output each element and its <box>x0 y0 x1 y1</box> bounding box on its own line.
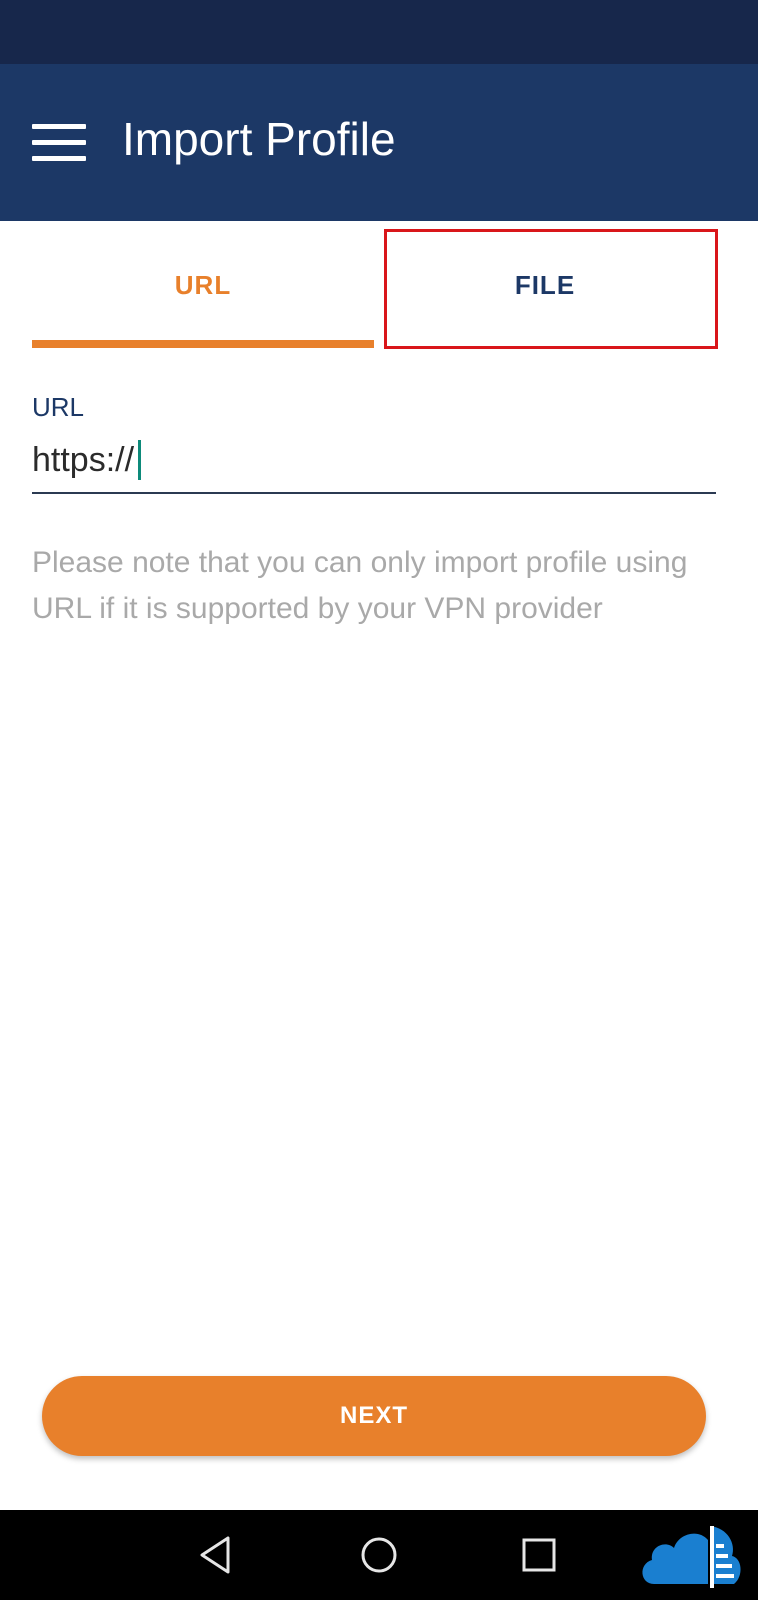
back-icon[interactable] <box>192 1530 242 1580</box>
tab-file[interactable]: FILE <box>374 221 716 349</box>
tab-bar: URL FILE <box>0 221 758 349</box>
url-import-note: Please note that you can only import pro… <box>32 546 688 625</box>
cloud-logo-icon <box>642 1526 741 1588</box>
url-input-value: https:// <box>32 441 135 479</box>
hamburger-menu-icon[interactable] <box>32 124 86 162</box>
status-bar <box>0 0 758 64</box>
recent-apps-icon[interactable] <box>514 1530 564 1580</box>
import-profile-screen: Import Profile URL FILE URL https:// Ple… <box>0 0 758 1600</box>
tab-url[interactable]: URL <box>32 221 374 349</box>
app-bar: Import Profile <box>0 64 758 221</box>
text-cursor <box>138 440 142 480</box>
url-field-label: URL <box>32 392 85 422</box>
next-button[interactable]: NEXT <box>42 1376 706 1456</box>
selected-tab-indicator <box>32 340 374 348</box>
page-title: Import Profile <box>122 113 396 165</box>
url-input[interactable]: https:// <box>32 436 716 494</box>
home-icon[interactable] <box>354 1530 404 1580</box>
